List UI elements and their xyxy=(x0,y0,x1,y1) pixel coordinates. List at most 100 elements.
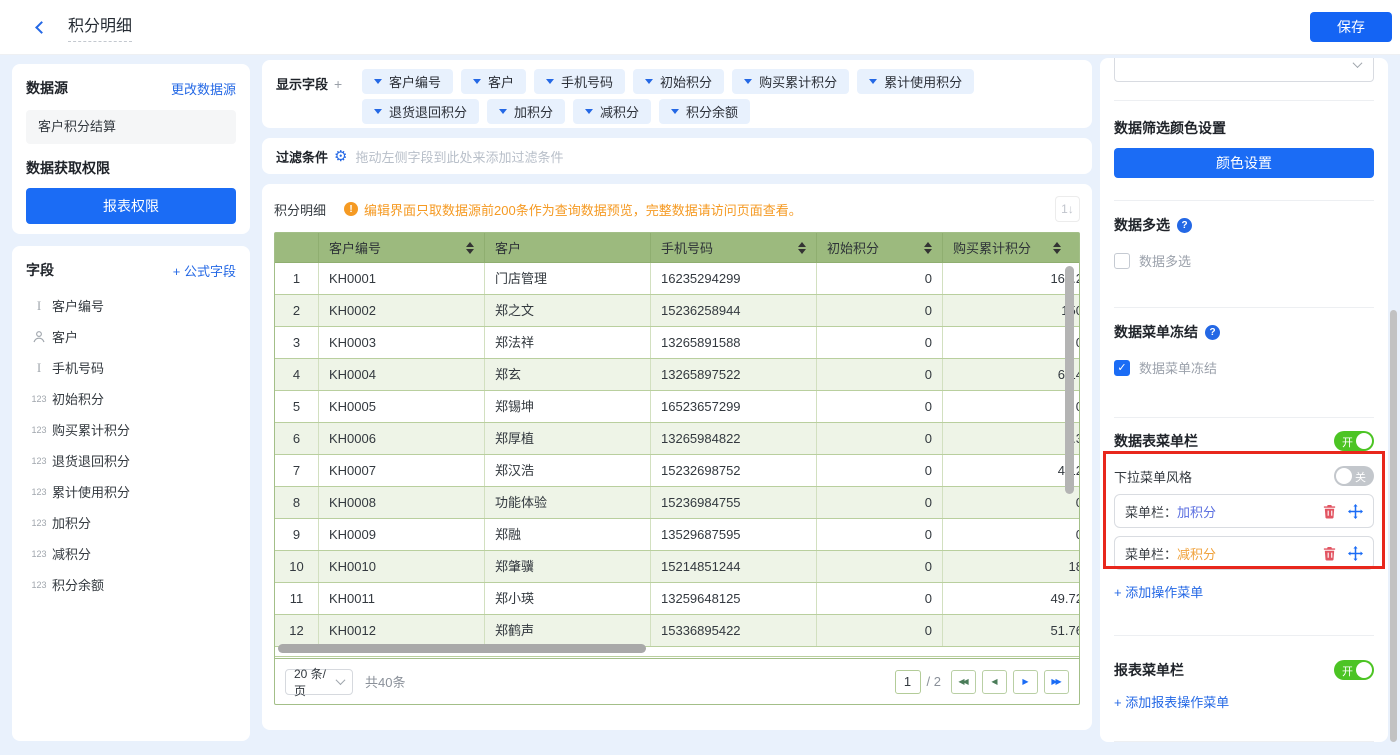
help-icon[interactable]: ? xyxy=(1205,325,1220,340)
preview-title: 积分明细 xyxy=(274,200,326,219)
settings-select[interactable] xyxy=(1114,58,1374,82)
move-icon[interactable] xyxy=(1348,546,1363,561)
field-item[interactable]: I 123 手机号码 xyxy=(26,352,236,383)
display-field-chip[interactable]: 减积分 xyxy=(573,99,651,124)
row-index-cell: 8 xyxy=(275,487,319,518)
field-label: 客户编号 xyxy=(52,296,104,315)
freeze-menu-checkbox-row[interactable]: ✓ 数据菜单冻结 xyxy=(1114,358,1374,377)
prev-page-button[interactable]: ◀ xyxy=(982,670,1007,694)
menu-bar-item[interactable]: 菜单栏： 加积分 xyxy=(1114,494,1374,528)
preview-warning: ! 编辑界面只取数据源前200条作为查询数据预览，完整数据请访问页面查看。 xyxy=(344,200,802,219)
row-index-cell: 6 xyxy=(275,423,319,454)
menu-bar-item[interactable]: 菜单栏： 减积分 xyxy=(1114,536,1374,570)
dropdown-style-toggle-off[interactable]: 关 xyxy=(1334,466,1374,486)
field-item[interactable]: I 123 积分余额 xyxy=(26,569,236,600)
display-field-chip[interactable]: 客户编号 xyxy=(362,69,453,94)
customer-name-cell: 郑之文 xyxy=(485,295,651,326)
trash-icon[interactable] xyxy=(1322,504,1337,519)
field-label: 退货退回积分 xyxy=(52,451,130,470)
field-item[interactable]: I 123 客户 xyxy=(26,321,236,352)
table-row: 9 KH0009 郑融 13529687595 0 0 xyxy=(275,519,1079,551)
column-label: 手机号码 xyxy=(661,238,713,257)
preview-table-card: 积分明细 ! 编辑界面只取数据源前200条作为查询数据预览，完整数据请访问页面查… xyxy=(262,184,1092,730)
field-label: 累计使用积分 xyxy=(52,482,130,501)
datasource-value[interactable]: 客户积分结算 xyxy=(26,110,236,144)
table-header-cell[interactable]: 客户 xyxy=(485,233,651,262)
field-type-icon: I 123 xyxy=(26,298,52,314)
table-row: 2 KH0002 郑之文 15236258944 0 150 xyxy=(275,295,1079,327)
checkbox-checked[interactable]: ✓ xyxy=(1114,360,1130,376)
sort-arrows-icon[interactable] xyxy=(924,242,932,254)
display-field-chip[interactable]: 客户 xyxy=(461,69,526,94)
field-item[interactable]: I 123 减积分 xyxy=(26,538,236,569)
help-icon[interactable]: ? xyxy=(1177,218,1192,233)
chevron-down-icon xyxy=(1353,58,1363,68)
freeze-menu-title: 数据菜单冻结 xyxy=(1114,322,1198,342)
top-bar: 积分明细 保存 xyxy=(0,0,1400,55)
page-of-total: / 2 xyxy=(927,674,941,689)
column-label: 客户 xyxy=(495,238,521,257)
display-field-chip[interactable]: 购买累计积分 xyxy=(732,69,849,94)
page-size-select[interactable]: 20 条/页 xyxy=(285,669,353,695)
display-field-chip[interactable]: 累计使用积分 xyxy=(857,69,974,94)
field-label: 积分余额 xyxy=(52,575,104,594)
field-type-icon: I 123 xyxy=(26,518,52,528)
initial-points-cell: 0 xyxy=(817,295,943,326)
add-display-field-button[interactable]: + xyxy=(334,76,342,92)
gear-icon[interactable]: ⚙ xyxy=(334,147,347,165)
page-title[interactable]: 积分明细 xyxy=(68,12,132,42)
customer-name-cell: 功能体验 xyxy=(485,487,651,518)
add-action-menu-link[interactable]: + 添加操作菜单 xyxy=(1114,582,1374,601)
phone-cell: 13265984822 xyxy=(651,423,817,454)
chevron-down-icon xyxy=(499,109,507,114)
field-item[interactable]: I 123 退货退回积分 xyxy=(26,445,236,476)
add-report-action-menu-link[interactable]: + 添加报表操作菜单 xyxy=(1114,692,1374,711)
table-header-cell[interactable]: 客户编号 xyxy=(319,233,485,262)
field-label: 购买累计积分 xyxy=(52,420,130,439)
display-field-chip[interactable]: 积分余额 xyxy=(659,99,750,124)
panel-scrollbar[interactable] xyxy=(1390,310,1397,742)
last-page-button[interactable]: ▶▶ xyxy=(1044,670,1069,694)
display-field-chip[interactable]: 退货退回积分 xyxy=(362,99,479,124)
field-item[interactable]: I 123 初始积分 xyxy=(26,383,236,414)
multi-select-checkbox-row[interactable]: 数据多选 xyxy=(1114,251,1374,270)
field-item[interactable]: I 123 加积分 xyxy=(26,507,236,538)
display-field-chip[interactable]: 加积分 xyxy=(487,99,565,124)
field-item[interactable]: I 123 购买累计积分 xyxy=(26,414,236,445)
table-menu-toggle-on[interactable]: 开 xyxy=(1334,431,1374,451)
field-item[interactable]: I 123 客户编号 xyxy=(26,290,236,321)
sort-arrows-icon[interactable] xyxy=(1053,242,1061,254)
change-datasource-link[interactable]: 更改数据源 xyxy=(171,79,236,98)
report-permission-button[interactable]: 报表权限 xyxy=(26,188,236,224)
display-field-chip[interactable]: 手机号码 xyxy=(534,69,625,94)
move-icon[interactable] xyxy=(1348,504,1363,519)
table-horizontal-scrollbar[interactable] xyxy=(278,644,646,653)
trash-icon[interactable] xyxy=(1322,546,1337,561)
checkbox-unchecked[interactable] xyxy=(1114,253,1130,269)
customer-code-cell: KH0010 xyxy=(319,551,485,582)
table-row: 4 KH0004 郑玄 13265897522 0 6.14 xyxy=(275,359,1079,391)
back-button[interactable] xyxy=(30,16,52,38)
display-fields-row-1: 客户编号 客户 手机号码 初始积分 购买累计积分 累计使用积分 xyxy=(362,69,974,94)
display-field-chip[interactable]: 初始积分 xyxy=(633,69,724,94)
field-type-icon: I 123 xyxy=(26,360,52,376)
customer-name-cell: 郑小瑛 xyxy=(485,583,651,614)
sort-arrows-icon[interactable] xyxy=(466,242,474,254)
sort-tool-button[interactable]: 1↓ xyxy=(1055,196,1080,222)
chip-label: 初始积分 xyxy=(660,72,712,91)
menu-item-value: 加积分 xyxy=(1177,502,1216,521)
table-vertical-scrollbar[interactable] xyxy=(1065,266,1074,494)
add-formula-field-link[interactable]: + 公式字段 xyxy=(173,261,236,280)
color-settings-button[interactable]: 颜色设置 xyxy=(1114,148,1374,178)
table-header-cell[interactable]: 手机号码 xyxy=(651,233,817,262)
page-number-input[interactable]: 1 xyxy=(895,670,921,694)
table-header-cell[interactable]: 初始积分 xyxy=(817,233,943,262)
table-header-cell[interactable]: 购买累计积分 xyxy=(943,233,1079,262)
field-item[interactable]: I 123 累计使用积分 xyxy=(26,476,236,507)
next-page-button[interactable]: ▶ xyxy=(1013,670,1038,694)
report-menu-toggle-on[interactable]: 开 xyxy=(1334,660,1374,680)
first-page-button[interactable]: ◀◀ xyxy=(951,670,976,694)
save-button[interactable]: 保存 xyxy=(1310,12,1392,42)
customer-code-cell: KH0004 xyxy=(319,359,485,390)
sort-arrows-icon[interactable] xyxy=(798,242,806,254)
